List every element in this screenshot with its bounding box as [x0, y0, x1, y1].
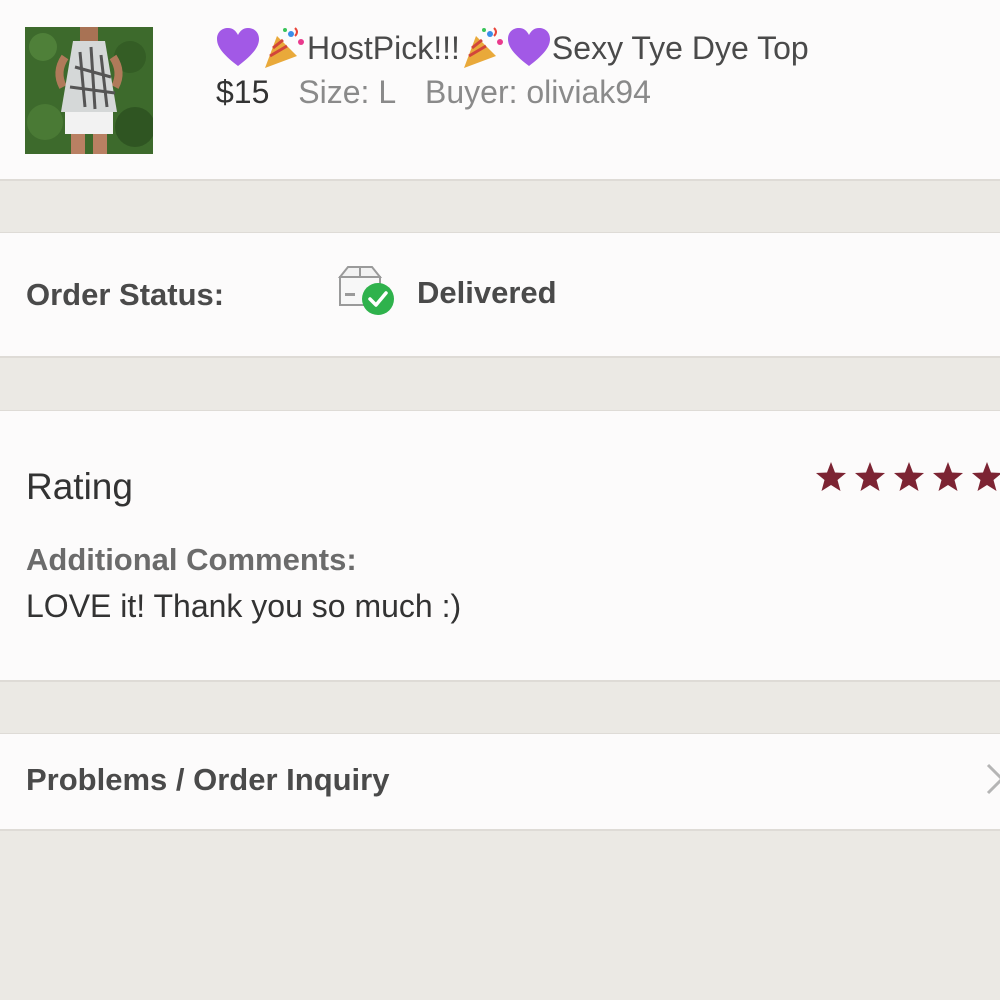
- rating-label: Rating: [26, 466, 133, 507]
- problems-order-inquiry-row[interactable]: Problems / Order Inquiry: [0, 733, 1000, 831]
- problems-label: Problems / Order Inquiry: [26, 762, 390, 797]
- item-card[interactable]: HostPick!!! Sexy Tye Dye Top $15 Size: L…: [0, 0, 1000, 181]
- party-popper-icon: [460, 26, 506, 70]
- party-popper-icon: [261, 26, 307, 70]
- star-icon: [855, 462, 885, 491]
- star-icon: [816, 462, 846, 491]
- item-buyer[interactable]: Buyer: oliviak94: [425, 74, 651, 110]
- rating-card: Rating Additional Comments: LOVE it! Tha…: [0, 410, 1000, 682]
- purple-heart-icon: [215, 26, 261, 70]
- item-price: $15: [216, 74, 270, 110]
- star-icon: [894, 462, 924, 491]
- order-status-card: Order Status: Delivered: [0, 232, 1000, 358]
- order-status-value: Delivered: [417, 275, 557, 310]
- item-thumbnail[interactable]: [25, 27, 153, 154]
- order-details-page: HostPick!!! Sexy Tye Dye Top $15 Size: L…: [0, 0, 1000, 1000]
- item-meta: $15 Size: L Buyer: oliviak94: [216, 74, 651, 111]
- star-icon: [972, 462, 1000, 491]
- package-delivered-icon: [336, 263, 398, 319]
- item-photo: [25, 27, 153, 154]
- additional-comments-label: Additional Comments:: [26, 542, 357, 577]
- item-title-text: HostPick!!!: [307, 29, 460, 66]
- purple-heart-icon: [506, 26, 552, 70]
- rating-stars: [815, 461, 1000, 493]
- item-title-suffix: Sexy Tye Dye Top: [551, 29, 809, 66]
- item-title[interactable]: HostPick!!! Sexy Tye Dye Top: [215, 25, 809, 71]
- item-size: Size: L: [298, 74, 397, 110]
- additional-comments-text: LOVE it! Thank you so much :): [26, 588, 462, 624]
- star-icon: [933, 462, 963, 491]
- chevron-right-icon: [985, 759, 1000, 799]
- order-status-label: Order Status:: [26, 277, 225, 312]
